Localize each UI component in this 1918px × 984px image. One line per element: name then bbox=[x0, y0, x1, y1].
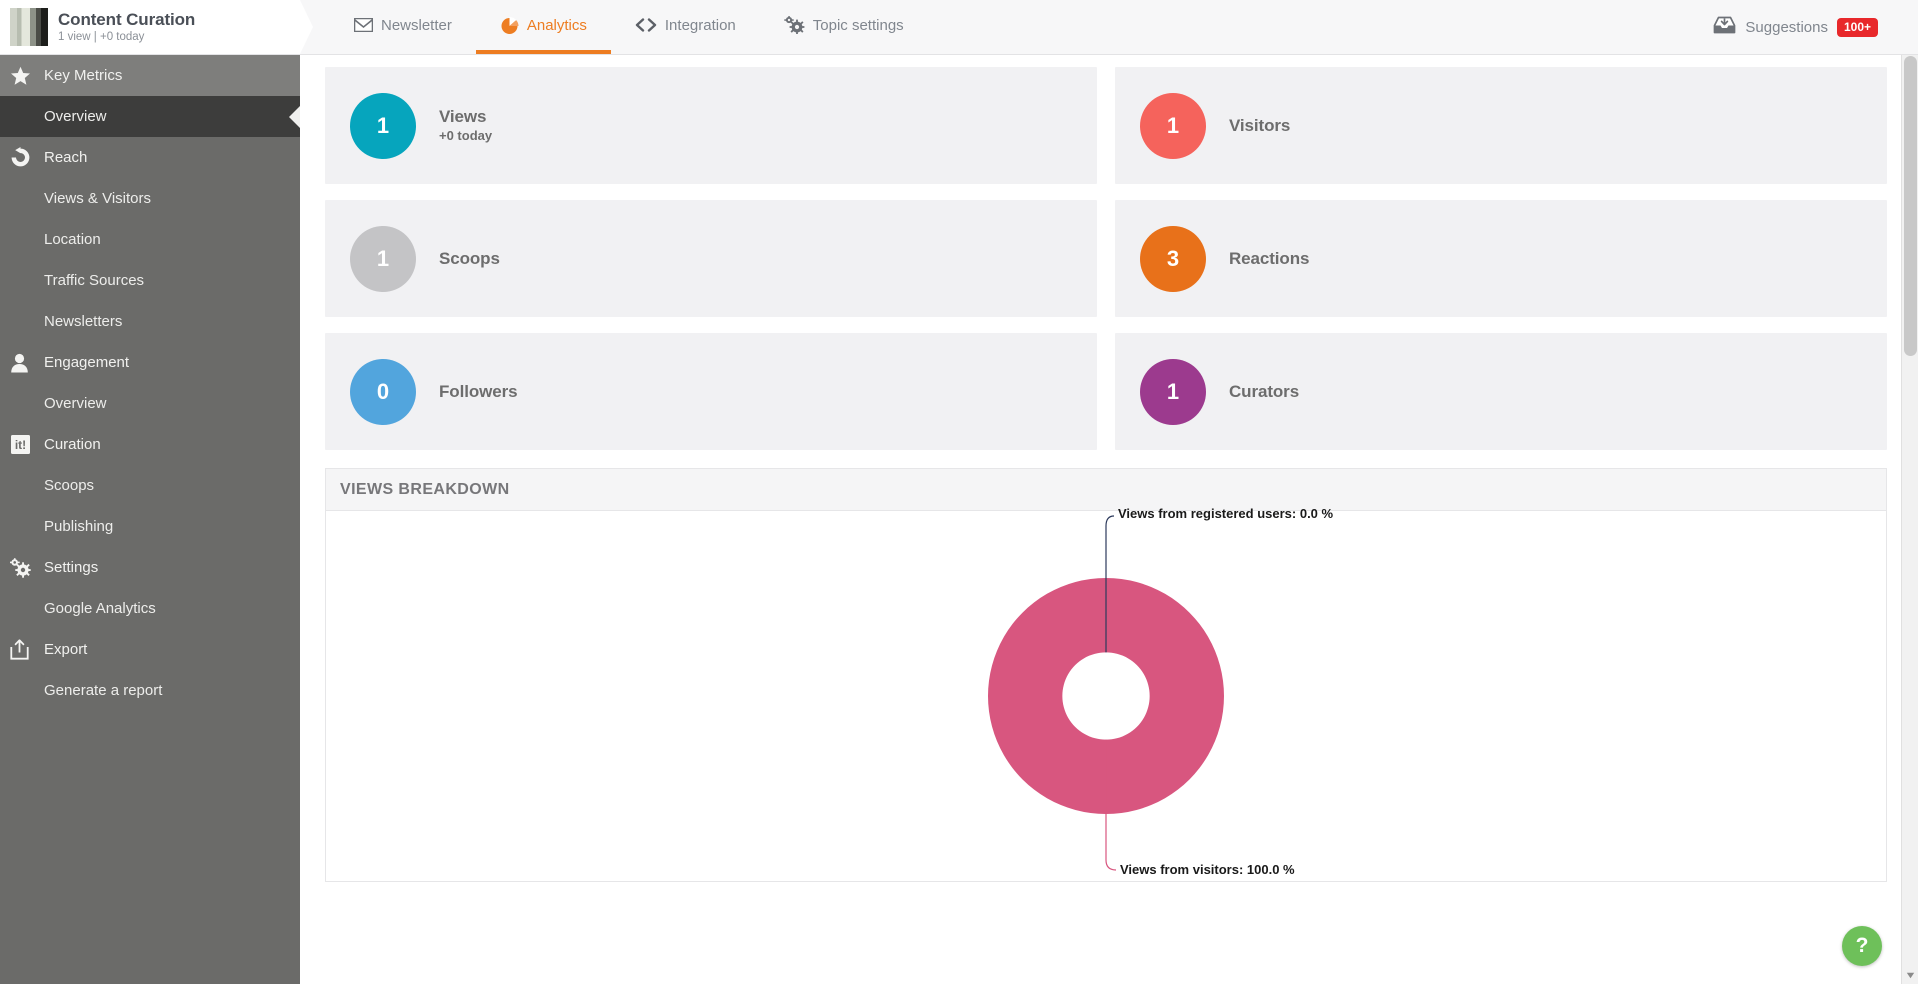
sidebar: Key Metrics Overview Reach Views & Visit… bbox=[0, 55, 300, 984]
sidebar-group-key-metrics[interactable]: Key Metrics bbox=[0, 55, 300, 96]
envelope-icon bbox=[354, 18, 373, 32]
kpi-card-reactions[interactable]: 3 Reactions bbox=[1115, 200, 1887, 317]
gears-icon bbox=[10, 558, 44, 578]
suggestions-label: Suggestions bbox=[1745, 19, 1828, 36]
kpi-value-circle: 3 bbox=[1140, 226, 1206, 292]
upload-box-icon bbox=[10, 639, 44, 660]
kpi-delta: +0 today bbox=[439, 129, 492, 144]
kpi-grid: 1 Views +0 today 1 Visitors 1 bbox=[325, 67, 1887, 450]
sidebar-item-google-analytics[interactable]: Google Analytics bbox=[0, 588, 300, 629]
topic-thumbnail bbox=[10, 8, 48, 46]
kpi-value-circle: 1 bbox=[1140, 359, 1206, 425]
sidebar-item-overview-engagement[interactable]: Overview bbox=[0, 383, 300, 424]
kpi-card-followers[interactable]: 0 Followers bbox=[325, 333, 1097, 450]
kpi-label: Followers bbox=[439, 382, 517, 402]
donut-chart-svg bbox=[786, 511, 1426, 881]
donut-label-registered: Views from registered users: 0.0 % bbox=[1118, 506, 1333, 521]
kpi-value-circle: 0 bbox=[350, 359, 416, 425]
sidebar-item-label: Location bbox=[44, 231, 101, 248]
caret-down-icon[interactable] bbox=[1902, 967, 1918, 984]
sidebar-item-scoops[interactable]: Scoops bbox=[0, 465, 300, 506]
tab-label: Topic settings bbox=[813, 17, 904, 34]
sidebar-group-reach[interactable]: Reach bbox=[0, 137, 300, 178]
tab-integration[interactable]: Integration bbox=[611, 0, 760, 54]
scrollbar-thumb[interactable] bbox=[1904, 56, 1917, 356]
donut-chart: Views from registered users: 0.0 % Views… bbox=[786, 511, 1426, 881]
kpi-label: Visitors bbox=[1229, 116, 1290, 136]
kpi-card-visitors[interactable]: 1 Visitors bbox=[1115, 67, 1887, 184]
sidebar-item-label: Newsletters bbox=[44, 313, 122, 330]
sidebar-item-overview-key-metrics[interactable]: Overview bbox=[0, 96, 300, 137]
kpi-value-circle: 1 bbox=[350, 226, 416, 292]
sidebar-item-label: Publishing bbox=[44, 518, 113, 535]
kpi-value-circle: 1 bbox=[350, 93, 416, 159]
inbox-tray-icon bbox=[1713, 16, 1736, 38]
tab-label: Newsletter bbox=[381, 17, 452, 34]
sidebar-item-publishing[interactable]: Publishing bbox=[0, 506, 300, 547]
person-icon bbox=[10, 353, 44, 373]
sidebar-item-label: Generate a report bbox=[44, 682, 162, 699]
sidebar-item-traffic-sources[interactable]: Traffic Sources bbox=[0, 260, 300, 301]
sidebar-group-export[interactable]: Export bbox=[0, 629, 300, 670]
star-icon bbox=[10, 66, 44, 86]
sidebar-group-curation[interactable]: it! Curation bbox=[0, 424, 300, 465]
sidebar-group-label: Reach bbox=[44, 149, 87, 166]
scoopit-badge-icon: it! bbox=[10, 434, 44, 455]
top-tabs: Newsletter Analytics bbox=[330, 0, 928, 54]
suggestions-button[interactable]: Suggestions 100+ bbox=[1713, 0, 1878, 54]
main-content: 1 Views +0 today 1 Visitors 1 bbox=[300, 55, 1918, 984]
sidebar-item-views-visitors[interactable]: Views & Visitors bbox=[0, 178, 300, 219]
sidebar-item-label: Overview bbox=[44, 395, 107, 412]
top-bar: Content Curation 1 view | +0 today Newsl… bbox=[0, 0, 1918, 55]
kpi-label: Curators bbox=[1229, 382, 1299, 402]
kpi-value-circle: 1 bbox=[1140, 93, 1206, 159]
tab-topic-settings[interactable]: Topic settings bbox=[760, 0, 928, 54]
sidebar-group-label: Settings bbox=[44, 559, 98, 576]
sidebar-group-label: Curation bbox=[44, 436, 101, 453]
views-breakdown-title: VIEWS BREAKDOWN bbox=[326, 469, 1886, 511]
views-breakdown-panel: VIEWS BREAKDOWN Views from registered us… bbox=[325, 468, 1887, 882]
help-button[interactable]: ? bbox=[1842, 926, 1882, 966]
sidebar-item-label: Scoops bbox=[44, 477, 94, 494]
page-title: Content Curation bbox=[58, 11, 195, 29]
analytics-page: Content Curation 1 view | +0 today Newsl… bbox=[0, 0, 1918, 984]
sidebar-item-newsletters[interactable]: Newsletters bbox=[0, 301, 300, 342]
kpi-card-views[interactable]: 1 Views +0 today bbox=[325, 67, 1097, 184]
suggestions-count-badge: 100+ bbox=[1837, 18, 1878, 37]
vertical-scrollbar[interactable] bbox=[1901, 55, 1918, 984]
kpi-card-curators[interactable]: 1 Curators bbox=[1115, 333, 1887, 450]
tab-label: Analytics bbox=[527, 17, 587, 34]
topic-view-count: 1 view | +0 today bbox=[58, 31, 195, 43]
sidebar-item-label: Google Analytics bbox=[44, 600, 156, 617]
pie-chart-icon bbox=[500, 16, 519, 35]
sidebar-group-engagement[interactable]: Engagement bbox=[0, 342, 300, 383]
sidebar-item-label: Traffic Sources bbox=[44, 272, 144, 289]
donut-refresh-icon bbox=[10, 147, 44, 168]
tab-analytics[interactable]: Analytics bbox=[476, 0, 611, 54]
sidebar-group-settings[interactable]: Settings bbox=[0, 547, 300, 588]
sidebar-group-label: Engagement bbox=[44, 354, 129, 371]
sidebar-group-label: Key Metrics bbox=[44, 67, 122, 84]
tab-newsletter[interactable]: Newsletter bbox=[330, 0, 476, 54]
sidebar-item-generate-report[interactable]: Generate a report bbox=[0, 670, 300, 711]
donut-label-visitors: Views from visitors: 100.0 % bbox=[1120, 862, 1295, 877]
tab-label: Integration bbox=[665, 17, 736, 34]
sidebar-item-label: Views & Visitors bbox=[44, 190, 151, 207]
kpi-card-scoops[interactable]: 1 Scoops bbox=[325, 200, 1097, 317]
sidebar-item-location[interactable]: Location bbox=[0, 219, 300, 260]
kpi-label: Views bbox=[439, 107, 492, 127]
code-icon bbox=[635, 18, 657, 32]
sidebar-item-label: Overview bbox=[44, 108, 107, 125]
svg-text:it!: it! bbox=[15, 438, 26, 452]
sidebar-group-label: Export bbox=[44, 641, 87, 658]
kpi-label: Scoops bbox=[439, 249, 500, 269]
brand-block[interactable]: Content Curation 1 view | +0 today bbox=[0, 0, 300, 54]
views-breakdown-body: Views from registered users: 0.0 % Views… bbox=[326, 511, 1886, 881]
gears-icon bbox=[784, 16, 805, 34]
kpi-label: Reactions bbox=[1229, 249, 1309, 269]
